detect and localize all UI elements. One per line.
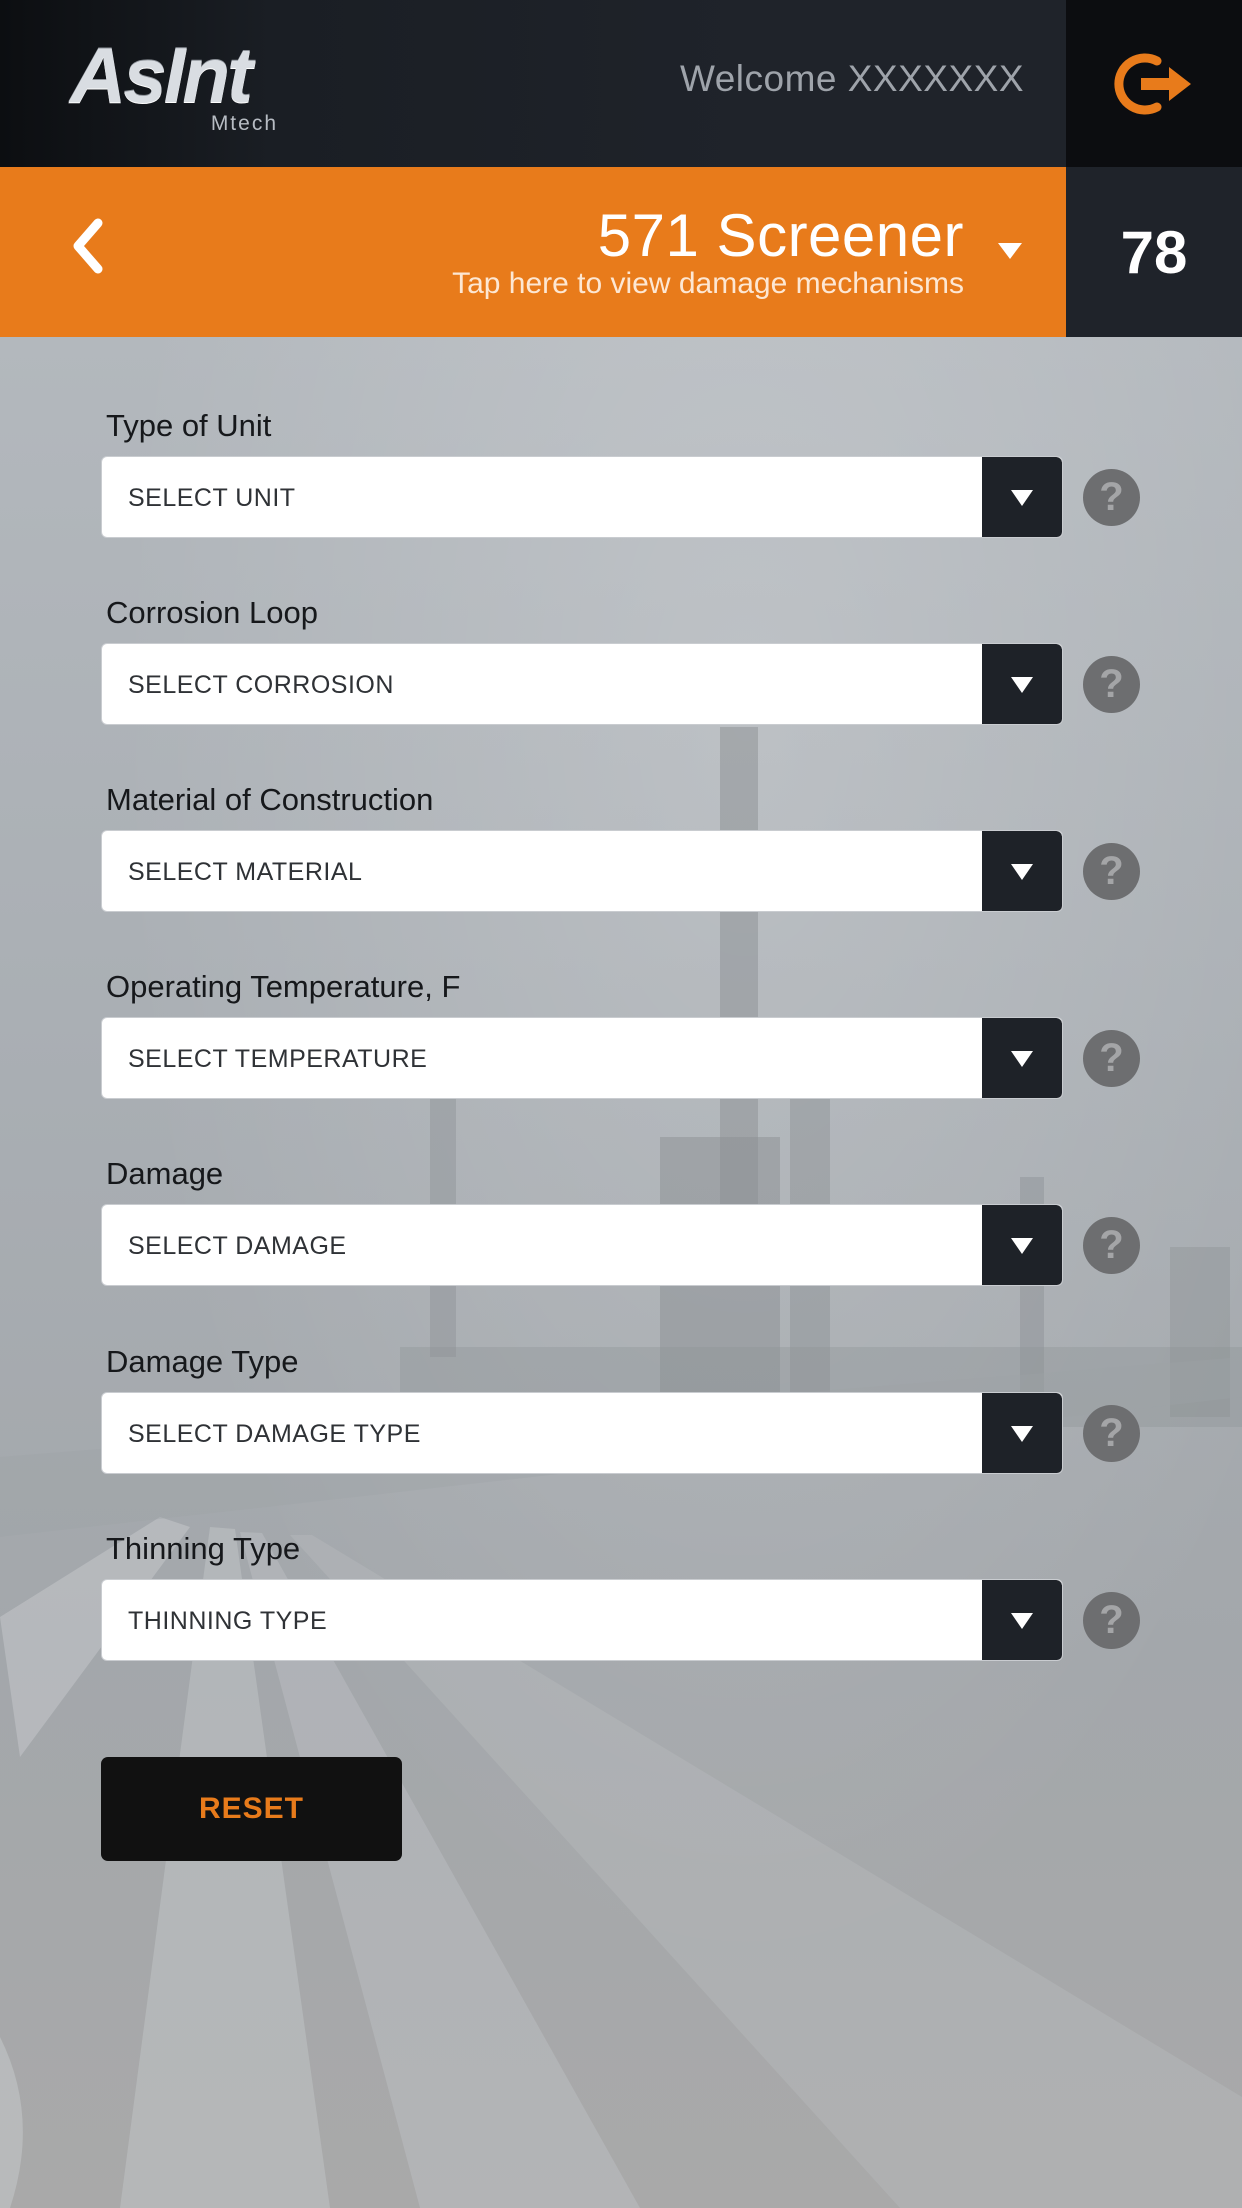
select-damage-type[interactable]: SELECT DAMAGE TYPE [101,1392,1063,1474]
select-temperature[interactable]: SELECT TEMPERATURE [101,1017,1063,1099]
caret-down-icon [1011,864,1033,880]
select-damage-type-value: SELECT DAMAGE TYPE [128,1420,421,1448]
select-corrosion-value: SELECT CORROSION [128,671,394,699]
help-icon[interactable]: ? [1083,1030,1140,1087]
help-icon[interactable]: ? [1083,1592,1140,1649]
select-material-value: SELECT MATERIAL [128,858,363,886]
app-header: AsInt Mtech Welcome XXXXXXX [0,0,1242,167]
dropdown-button[interactable] [982,1393,1062,1473]
help-icon[interactable]: ? [1083,1217,1140,1274]
caret-down-icon [1011,1426,1033,1442]
logout-button[interactable] [1066,0,1242,167]
help-icon[interactable]: ? [1083,469,1140,526]
caret-down-icon[interactable] [998,243,1022,259]
dropdown-button[interactable] [982,1018,1062,1098]
page-title: 571 Screener [597,202,964,269]
dropdown-button[interactable] [982,1580,1062,1660]
select-corrosion[interactable]: SELECT CORROSION [101,643,1063,725]
dropdown-button[interactable] [982,457,1062,537]
label-operating-temperature: Operating Temperature, F [106,969,461,1004]
reset-button[interactable]: RESET [101,1757,402,1861]
caret-down-icon [1011,677,1033,693]
select-unit-value: SELECT UNIT [128,484,296,512]
logout-icon [1114,53,1191,114]
dropdown-button[interactable] [982,831,1062,911]
select-damage[interactable]: SELECT DAMAGE [101,1204,1063,1286]
logo-subtext: Mtech [210,112,278,135]
select-thinning-type[interactable]: THINNING TYPE [101,1579,1063,1661]
chevron-left-icon[interactable] [66,211,106,281]
screener-title-bar[interactable]: 571 Screener Tap here to view damage mec… [0,167,1066,337]
select-thinning-type-value: THINNING TYPE [128,1607,328,1635]
label-thinning-type: Thinning Type [106,1531,301,1566]
page-subtitle[interactable]: Tap here to view damage mechanisms [452,267,964,301]
dropdown-button[interactable] [982,1205,1062,1285]
select-material[interactable]: SELECT MATERIAL [101,830,1063,912]
label-corrosion-loop: Corrosion Loop [106,595,318,630]
caret-down-icon [1011,1238,1033,1254]
help-icon[interactable]: ? [1083,656,1140,713]
label-type-of-unit: Type of Unit [106,408,272,443]
select-unit[interactable]: SELECT UNIT [101,456,1063,538]
logo-text: AsInt [70,31,253,119]
help-icon[interactable]: ? [1083,1405,1140,1462]
app-logo: AsInt Mtech [70,30,280,140]
label-material: Material of Construction [106,782,434,817]
caret-down-icon [1011,490,1033,506]
count-badge: 78 [1066,167,1242,337]
dropdown-button[interactable] [982,644,1062,724]
help-icon[interactable]: ? [1083,843,1140,900]
label-damage-type: Damage Type [106,1344,299,1379]
select-temperature-value: SELECT TEMPERATURE [128,1045,428,1073]
welcome-text: Welcome XXXXXXX [679,58,1024,99]
label-damage: Damage [106,1156,224,1191]
caret-down-icon [1011,1051,1033,1067]
select-damage-value: SELECT DAMAGE [128,1232,347,1260]
caret-down-icon [1011,1613,1033,1629]
